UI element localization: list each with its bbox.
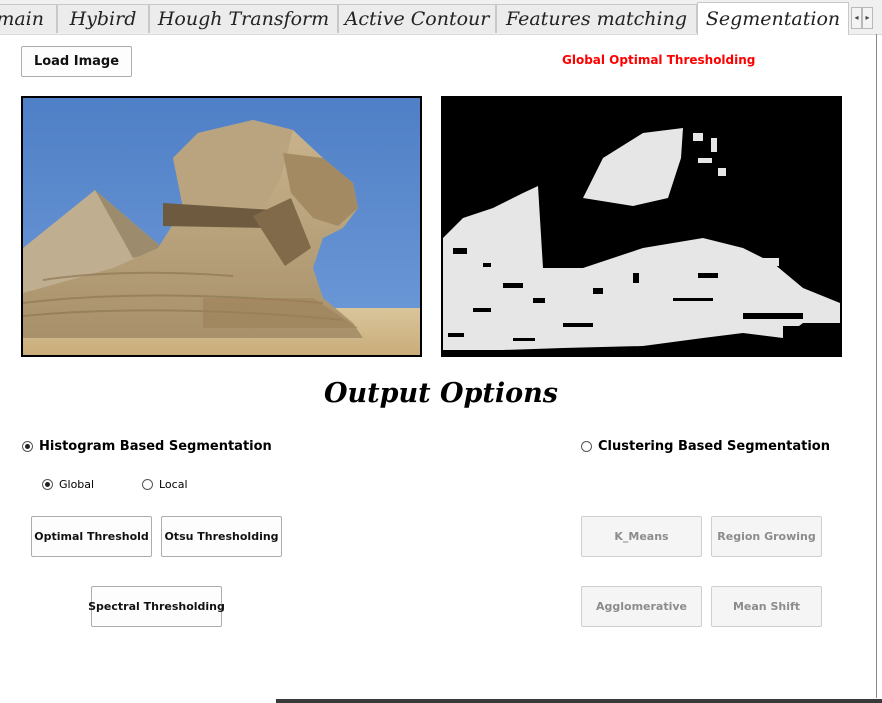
region-growing-button[interactable]: Region Growing: [711, 516, 822, 557]
optimal-threshold-button[interactable]: Optimal Threshold: [31, 516, 152, 557]
tab-scroll-left-icon[interactable]: ◂: [851, 7, 862, 29]
histogram-segmentation-label: Histogram Based Segmentation: [39, 439, 272, 454]
radio-indicator-icon: [142, 479, 153, 490]
otsu-thresholding-button[interactable]: Otsu Thresholding: [161, 516, 282, 557]
clustering-segmentation-radio[interactable]: Clustering Based Segmentation: [581, 439, 830, 454]
tab-segmentation[interactable]: Segmentation: [697, 2, 849, 35]
method-label: Global Optimal Thresholding: [562, 53, 756, 67]
global-radio[interactable]: Global: [42, 478, 94, 491]
tab-main[interactable]: main: [0, 4, 57, 33]
radio-indicator-icon: [22, 441, 33, 452]
output-image: [441, 96, 842, 357]
tab-features-matching[interactable]: Features matching: [496, 4, 697, 33]
spectral-thresholding-button[interactable]: Spectral Thresholding: [88, 586, 225, 627]
local-label: Local: [159, 478, 188, 491]
mean-shift-button[interactable]: Mean Shift: [711, 586, 822, 627]
panel-right-border: [876, 34, 877, 698]
tab-bar: main Hybird Hough Transform Active Conto…: [0, 0, 882, 35]
thresholded-binary-image-icon: [443, 98, 840, 355]
tab-active-contour[interactable]: Active Contour: [338, 4, 496, 33]
agglomerative-button[interactable]: Agglomerative: [581, 586, 702, 627]
radio-indicator-icon: [581, 441, 592, 452]
input-image: [21, 96, 422, 357]
tab-hybird[interactable]: Hybird: [57, 4, 149, 33]
tab-hough-transform[interactable]: Hough Transform: [149, 4, 338, 33]
clustering-segmentation-label: Clustering Based Segmentation: [598, 439, 830, 454]
sphinx-photo-icon: [23, 98, 420, 355]
load-image-button[interactable]: Load Image: [21, 46, 132, 77]
global-label: Global: [59, 478, 95, 491]
histogram-segmentation-radio[interactable]: Histogram Based Segmentation: [22, 439, 272, 454]
panel-bottom-edge: [276, 699, 882, 703]
tab-scroll-right-icon[interactable]: ▸: [862, 7, 873, 29]
radio-indicator-icon: [42, 479, 53, 490]
local-radio[interactable]: Local: [142, 478, 188, 491]
output-options-title: Output Options: [324, 378, 558, 409]
kmeans-button[interactable]: K_Means: [581, 516, 702, 557]
